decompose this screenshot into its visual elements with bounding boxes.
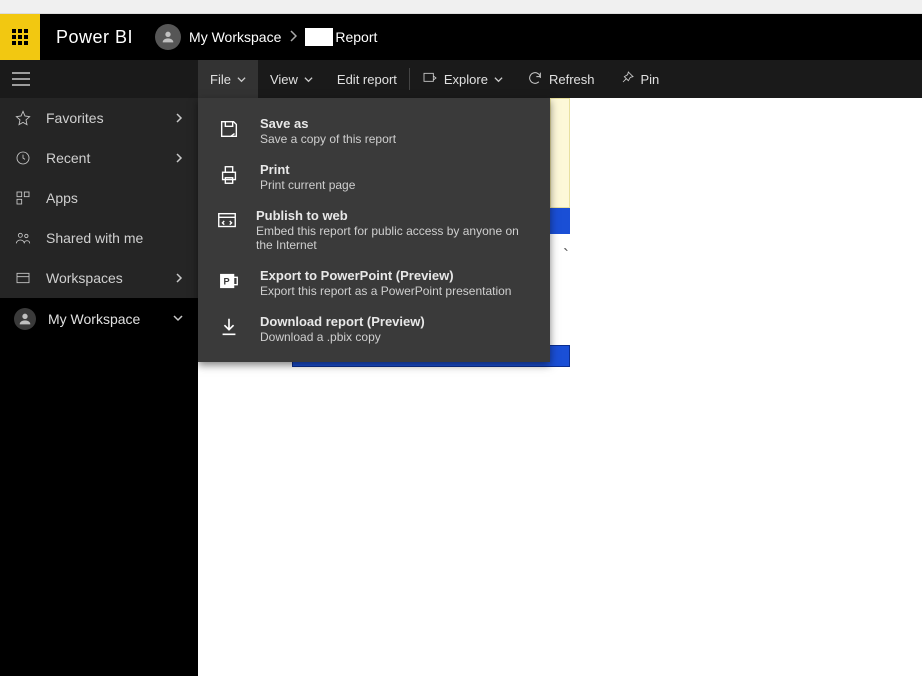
sidebar-item-label: Workspaces [46, 270, 123, 286]
menu-item-title: Print [260, 162, 355, 177]
report-canvas-bluebar [550, 208, 570, 234]
file-menu-publish-web[interactable]: Publish to web Embed this report for pub… [198, 200, 550, 260]
report-toolbar: File View Edit report Explore Refresh [198, 60, 922, 98]
file-dropdown-menu: Save as Save a copy of this report Print… [198, 98, 550, 362]
star-icon [14, 110, 32, 126]
report-canvas-peek [550, 98, 570, 208]
menu-item-title: Publish to web [256, 208, 532, 223]
refresh-icon [527, 70, 543, 89]
toolbar-label: Refresh [549, 72, 595, 87]
svg-text:P: P [224, 277, 230, 287]
app-header: Power BI My Workspace Report [0, 14, 922, 60]
toolbar-pin-button[interactable]: Pin [607, 60, 672, 98]
chevron-down-icon [237, 75, 246, 84]
chevron-right-icon [289, 29, 297, 45]
left-sidebar: Favorites Recent Apps Shared with me [0, 60, 198, 676]
sidebar-item-label: Apps [46, 190, 78, 206]
sidebar-item-label: Favorites [46, 110, 104, 126]
sidebar-spacer [0, 340, 198, 676]
explore-icon [422, 70, 438, 89]
sidebar-item-label: My Workspace [48, 311, 140, 327]
chevron-down-icon [494, 75, 503, 84]
breadcrumb: My Workspace Report [155, 24, 377, 50]
file-menu-download-report[interactable]: Download report (Preview) Download a .pb… [198, 306, 550, 352]
brand-title: Power BI [40, 27, 149, 48]
toolbar-label: Edit report [337, 72, 397, 87]
menu-item-title: Export to PowerPoint (Preview) [260, 268, 511, 283]
sidebar-item-apps[interactable]: Apps [0, 178, 198, 218]
sidebar-item-shared[interactable]: Shared with me [0, 218, 198, 258]
sidebar-toggle-button[interactable] [0, 60, 198, 98]
user-avatar-icon [14, 308, 36, 330]
people-icon [14, 230, 32, 246]
chevron-right-icon [174, 270, 184, 286]
toolbar-view-button[interactable]: View [258, 60, 325, 98]
workspaces-icon [14, 270, 32, 286]
toolbar-refresh-button[interactable]: Refresh [515, 60, 607, 98]
sidebar-item-workspaces[interactable]: Workspaces [0, 258, 198, 298]
sidebar-item-label: Shared with me [46, 230, 143, 246]
download-icon [216, 314, 242, 344]
redaction-box [305, 28, 333, 46]
menu-item-title: Download report (Preview) [260, 314, 425, 329]
menu-item-sub: Download a .pbix copy [260, 330, 425, 344]
chevron-right-icon [174, 150, 184, 166]
toolbar-label: View [270, 72, 298, 87]
menu-item-title: Save as [260, 116, 396, 131]
toolbar-label: File [210, 72, 231, 87]
chevron-right-icon [174, 110, 184, 126]
waffle-icon [12, 29, 28, 45]
toolbar-label: Explore [444, 72, 488, 87]
toolbar-edit-button[interactable]: Edit report [325, 60, 409, 98]
menu-item-sub: Export this report as a PowerPoint prese… [260, 284, 511, 298]
menu-item-sub: Save a copy of this report [260, 132, 396, 146]
content-area: File View Edit report Explore Refresh [198, 60, 922, 676]
save-icon [216, 116, 242, 146]
file-menu-save-as[interactable]: Save as Save a copy of this report [198, 108, 550, 154]
menu-item-sub: Print current page [260, 178, 355, 192]
powerpoint-icon: P [216, 268, 242, 298]
apps-icon [14, 190, 32, 206]
embed-icon [216, 208, 238, 252]
chevron-down-icon [172, 311, 184, 327]
browser-chrome-strip [0, 0, 922, 14]
sidebar-item-my-workspace[interactable]: My Workspace [0, 298, 198, 340]
app-launcher-button[interactable] [0, 14, 40, 60]
print-icon [216, 162, 242, 192]
sidebar-item-label: Recent [46, 150, 90, 166]
pin-icon [619, 70, 635, 89]
clock-icon [14, 150, 32, 166]
caret-mark: ` [563, 246, 569, 267]
toolbar-label: Pin [641, 72, 660, 87]
menu-item-sub: Embed this report for public access by a… [256, 224, 532, 252]
breadcrumb-report: Report [335, 29, 377, 45]
toolbar-file-button[interactable]: File [198, 60, 258, 98]
toolbar-explore-button[interactable]: Explore [410, 60, 515, 98]
file-menu-print[interactable]: Print Print current page [198, 154, 550, 200]
file-menu-export-powerpoint[interactable]: P Export to PowerPoint (Preview) Export … [198, 260, 550, 306]
chevron-down-icon [304, 75, 313, 84]
breadcrumb-workspace[interactable]: My Workspace [189, 29, 281, 45]
sidebar-item-recent[interactable]: Recent [0, 138, 198, 178]
sidebar-item-favorites[interactable]: Favorites [0, 98, 198, 138]
user-avatar-icon [155, 24, 181, 50]
